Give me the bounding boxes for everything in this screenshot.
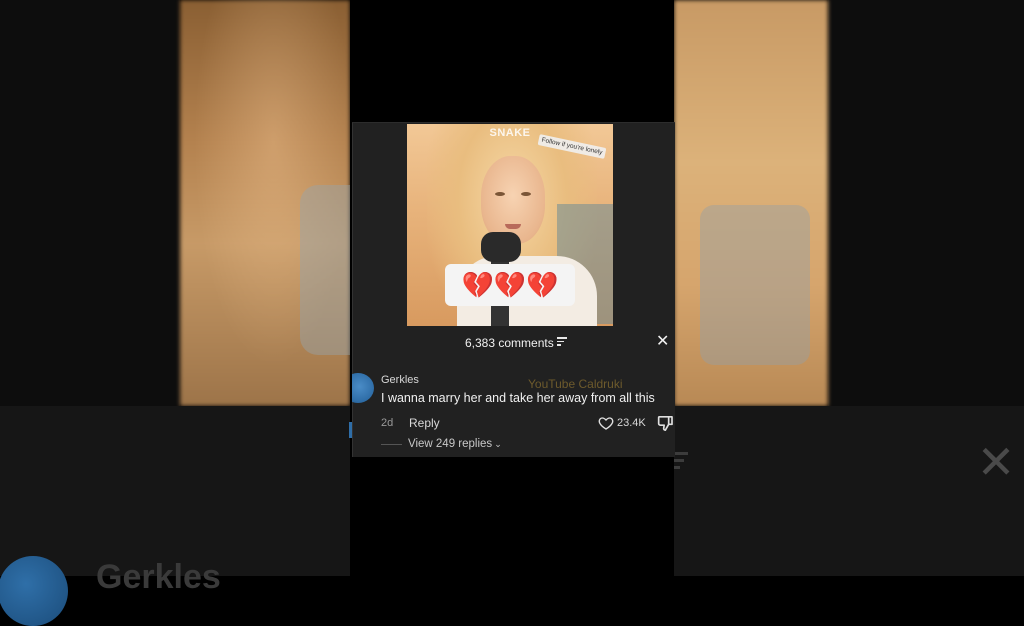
avatar[interactable] — [352, 373, 374, 403]
heart-icon[interactable] — [598, 415, 614, 431]
blurred-background-right-blue — [700, 205, 810, 365]
microphone — [481, 232, 521, 262]
background-right-dark — [828, 0, 1024, 406]
video-thumbnail[interactable]: SNAKE Follow if you're lonely 💔💔💔 — [407, 124, 613, 326]
comments-count: 6,383 comments — [465, 336, 554, 350]
comment-age: 2d — [381, 417, 394, 429]
replies-divider — [381, 444, 402, 445]
background-close-icon: ✕ — [976, 436, 1016, 488]
comment-text: I wanna marry her and take her away from… — [381, 391, 655, 405]
view-replies-button[interactable]: View 249 replies ⌄ — [408, 438, 502, 450]
background-author-name: Gerkles — [96, 558, 221, 596]
sort-filter-icon[interactable] — [557, 337, 567, 346]
chevron-down-icon: ⌄ — [494, 439, 502, 449]
comment-author[interactable]: Gerkles — [381, 374, 419, 386]
background-avatar — [0, 556, 68, 626]
video-watermark-text: SNAKE — [489, 127, 531, 139]
reply-button[interactable]: Reply — [409, 416, 440, 430]
like-count: 23.4K — [617, 417, 646, 429]
view-replies-label: View 249 replies — [408, 438, 493, 450]
background-left-dark — [0, 0, 180, 406]
avatar-edge — [349, 422, 352, 438]
blurred-background-left-blue — [300, 185, 350, 355]
face — [481, 156, 545, 244]
close-icon[interactable]: ✕ — [656, 334, 669, 350]
thumbs-down-icon[interactable] — [657, 415, 674, 432]
comments-header: 6,383 comments ✕ — [352, 326, 674, 358]
broken-hearts-caption: 💔💔💔 — [445, 264, 575, 306]
overlay-watermark: YouTube Caldruki — [528, 377, 623, 391]
